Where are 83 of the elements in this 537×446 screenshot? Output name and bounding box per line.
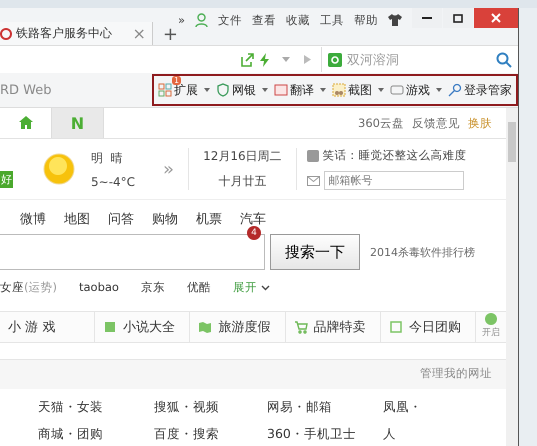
toolbar-button[interactable]: 截图: [332, 82, 372, 98]
caret-icon[interactable]: [262, 88, 268, 92]
caret-icon[interactable]: [378, 88, 384, 92]
site-icon: [0, 28, 12, 40]
count-badge: 1: [172, 76, 182, 84]
home-icon: [18, 116, 32, 128]
caret-icon[interactable]: [204, 88, 210, 92]
search-tab[interactable]: 购物: [152, 210, 178, 228]
cart-icon: [294, 320, 308, 334]
toolbar-button[interactable]: 翻译: [274, 82, 314, 98]
mail-icon: [306, 176, 320, 186]
browser-tab[interactable]: 铁路客户服务中心 ×: [0, 22, 153, 45]
category-link[interactable]: 小说大全: [95, 312, 190, 342]
map-icon: [198, 320, 212, 334]
site-link[interactable]: 百度・搜索: [154, 426, 267, 443]
category-link[interactable]: 旅游度假: [190, 312, 286, 342]
hot-word-link[interactable]: 京东: [140, 280, 165, 295]
close-icon: [491, 13, 501, 23]
site-link[interactable]: 人: [383, 426, 506, 443]
scrollbar-thumb[interactable]: [508, 122, 516, 162]
sun-icon: [43, 153, 75, 185]
search-icon[interactable]: [496, 52, 512, 68]
caret-icon[interactable]: [436, 88, 442, 92]
date-text: 12月16日周二: [203, 148, 282, 165]
site-link[interactable]: 商城・团购: [38, 426, 154, 443]
temperature: 5~-4°C: [91, 174, 136, 188]
hot-word-link[interactable]: 女座(运势): [0, 280, 57, 295]
menu-item[interactable]: 查看: [252, 12, 276, 28]
mail-field[interactable]: 邮箱帐号: [324, 171, 464, 190]
grid-icon: [158, 83, 172, 97]
key-icon: [448, 83, 462, 97]
category-link[interactable]: 今日团购: [380, 312, 476, 342]
menu-item[interactable]: 收藏: [286, 12, 310, 28]
tab-title: 铁路客户服务中心: [16, 25, 113, 42]
maximize-button[interactable]: [443, 8, 473, 28]
menu-item[interactable]: 文件: [218, 12, 242, 28]
top-link[interactable]: 360云盘: [358, 116, 404, 130]
search-tab[interactable]: 机票: [196, 210, 222, 228]
site-link[interactable]: 网易・邮箱: [267, 399, 383, 416]
chevron-down-icon[interactable]: [260, 284, 270, 290]
hot-word-link[interactable]: 优酷: [186, 280, 211, 295]
shirt-icon[interactable]: [388, 14, 402, 26]
lightning-icon[interactable]: [260, 52, 270, 66]
top-link[interactable]: 反馈意见: [412, 116, 460, 130]
toolbar-button[interactable]: 扩展: [158, 82, 198, 98]
user-icon[interactable]: [195, 13, 208, 27]
caret-icon[interactable]: [320, 88, 326, 92]
search-tab[interactable]: 问答: [108, 210, 134, 228]
site-link[interactable]: 天猫・女装: [38, 399, 154, 416]
open-toggle[interactable]: 开启: [476, 312, 506, 342]
minimize-button[interactable]: [412, 8, 442, 28]
hot-search-link[interactable]: 2014杀毒软件排行榜: [370, 244, 475, 260]
site-link[interactable]: 360・手机卫士: [267, 426, 383, 443]
weather-condition: 明 晴: [91, 150, 123, 166]
minimize-icon: [422, 17, 432, 19]
new-tab-button[interactable]: +: [162, 24, 178, 45]
menu-item[interactable]: 帮助: [354, 12, 378, 28]
category-link[interactable]: 品牌特卖: [286, 312, 381, 342]
shield-icon: [216, 83, 230, 97]
search-engine-icon: [328, 52, 343, 66]
maximize-icon: [453, 14, 463, 22]
hot-word-link[interactable]: taobao: [78, 280, 119, 295]
toolbar-button[interactable]: 游戏: [390, 82, 430, 98]
count-badge: 4: [247, 226, 261, 240]
search-tab[interactable]: 汽车: [240, 210, 266, 228]
menu-item[interactable]: 工具: [320, 12, 344, 28]
lunar-date: 十月廿五: [218, 173, 266, 190]
site-link[interactable]: 搜狐・视频: [154, 399, 267, 416]
air-quality-badge: 好: [0, 170, 13, 188]
category-link[interactable]: 小 游 戏: [0, 312, 96, 342]
search-button[interactable]: 搜索一下: [270, 234, 360, 270]
close-button[interactable]: [474, 8, 518, 28]
site-link[interactable]: 凤凰・: [383, 399, 506, 416]
share-icon[interactable]: [240, 52, 254, 66]
dropdown-icon[interactable]: [282, 57, 290, 62]
search-tab[interactable]: 微博: [20, 210, 46, 228]
more-button[interactable]: »: [178, 13, 185, 27]
search-tab[interactable]: 地图: [64, 210, 90, 228]
expand-link[interactable]: 展开: [232, 280, 257, 295]
toolbar-button[interactable]: 网银: [216, 82, 256, 98]
search-field[interactable]: [0, 234, 265, 270]
joke-link[interactable]: 笑话：睡觉还整这么高难度: [322, 148, 467, 163]
toolbar-button[interactable]: 登录管家: [448, 82, 512, 98]
